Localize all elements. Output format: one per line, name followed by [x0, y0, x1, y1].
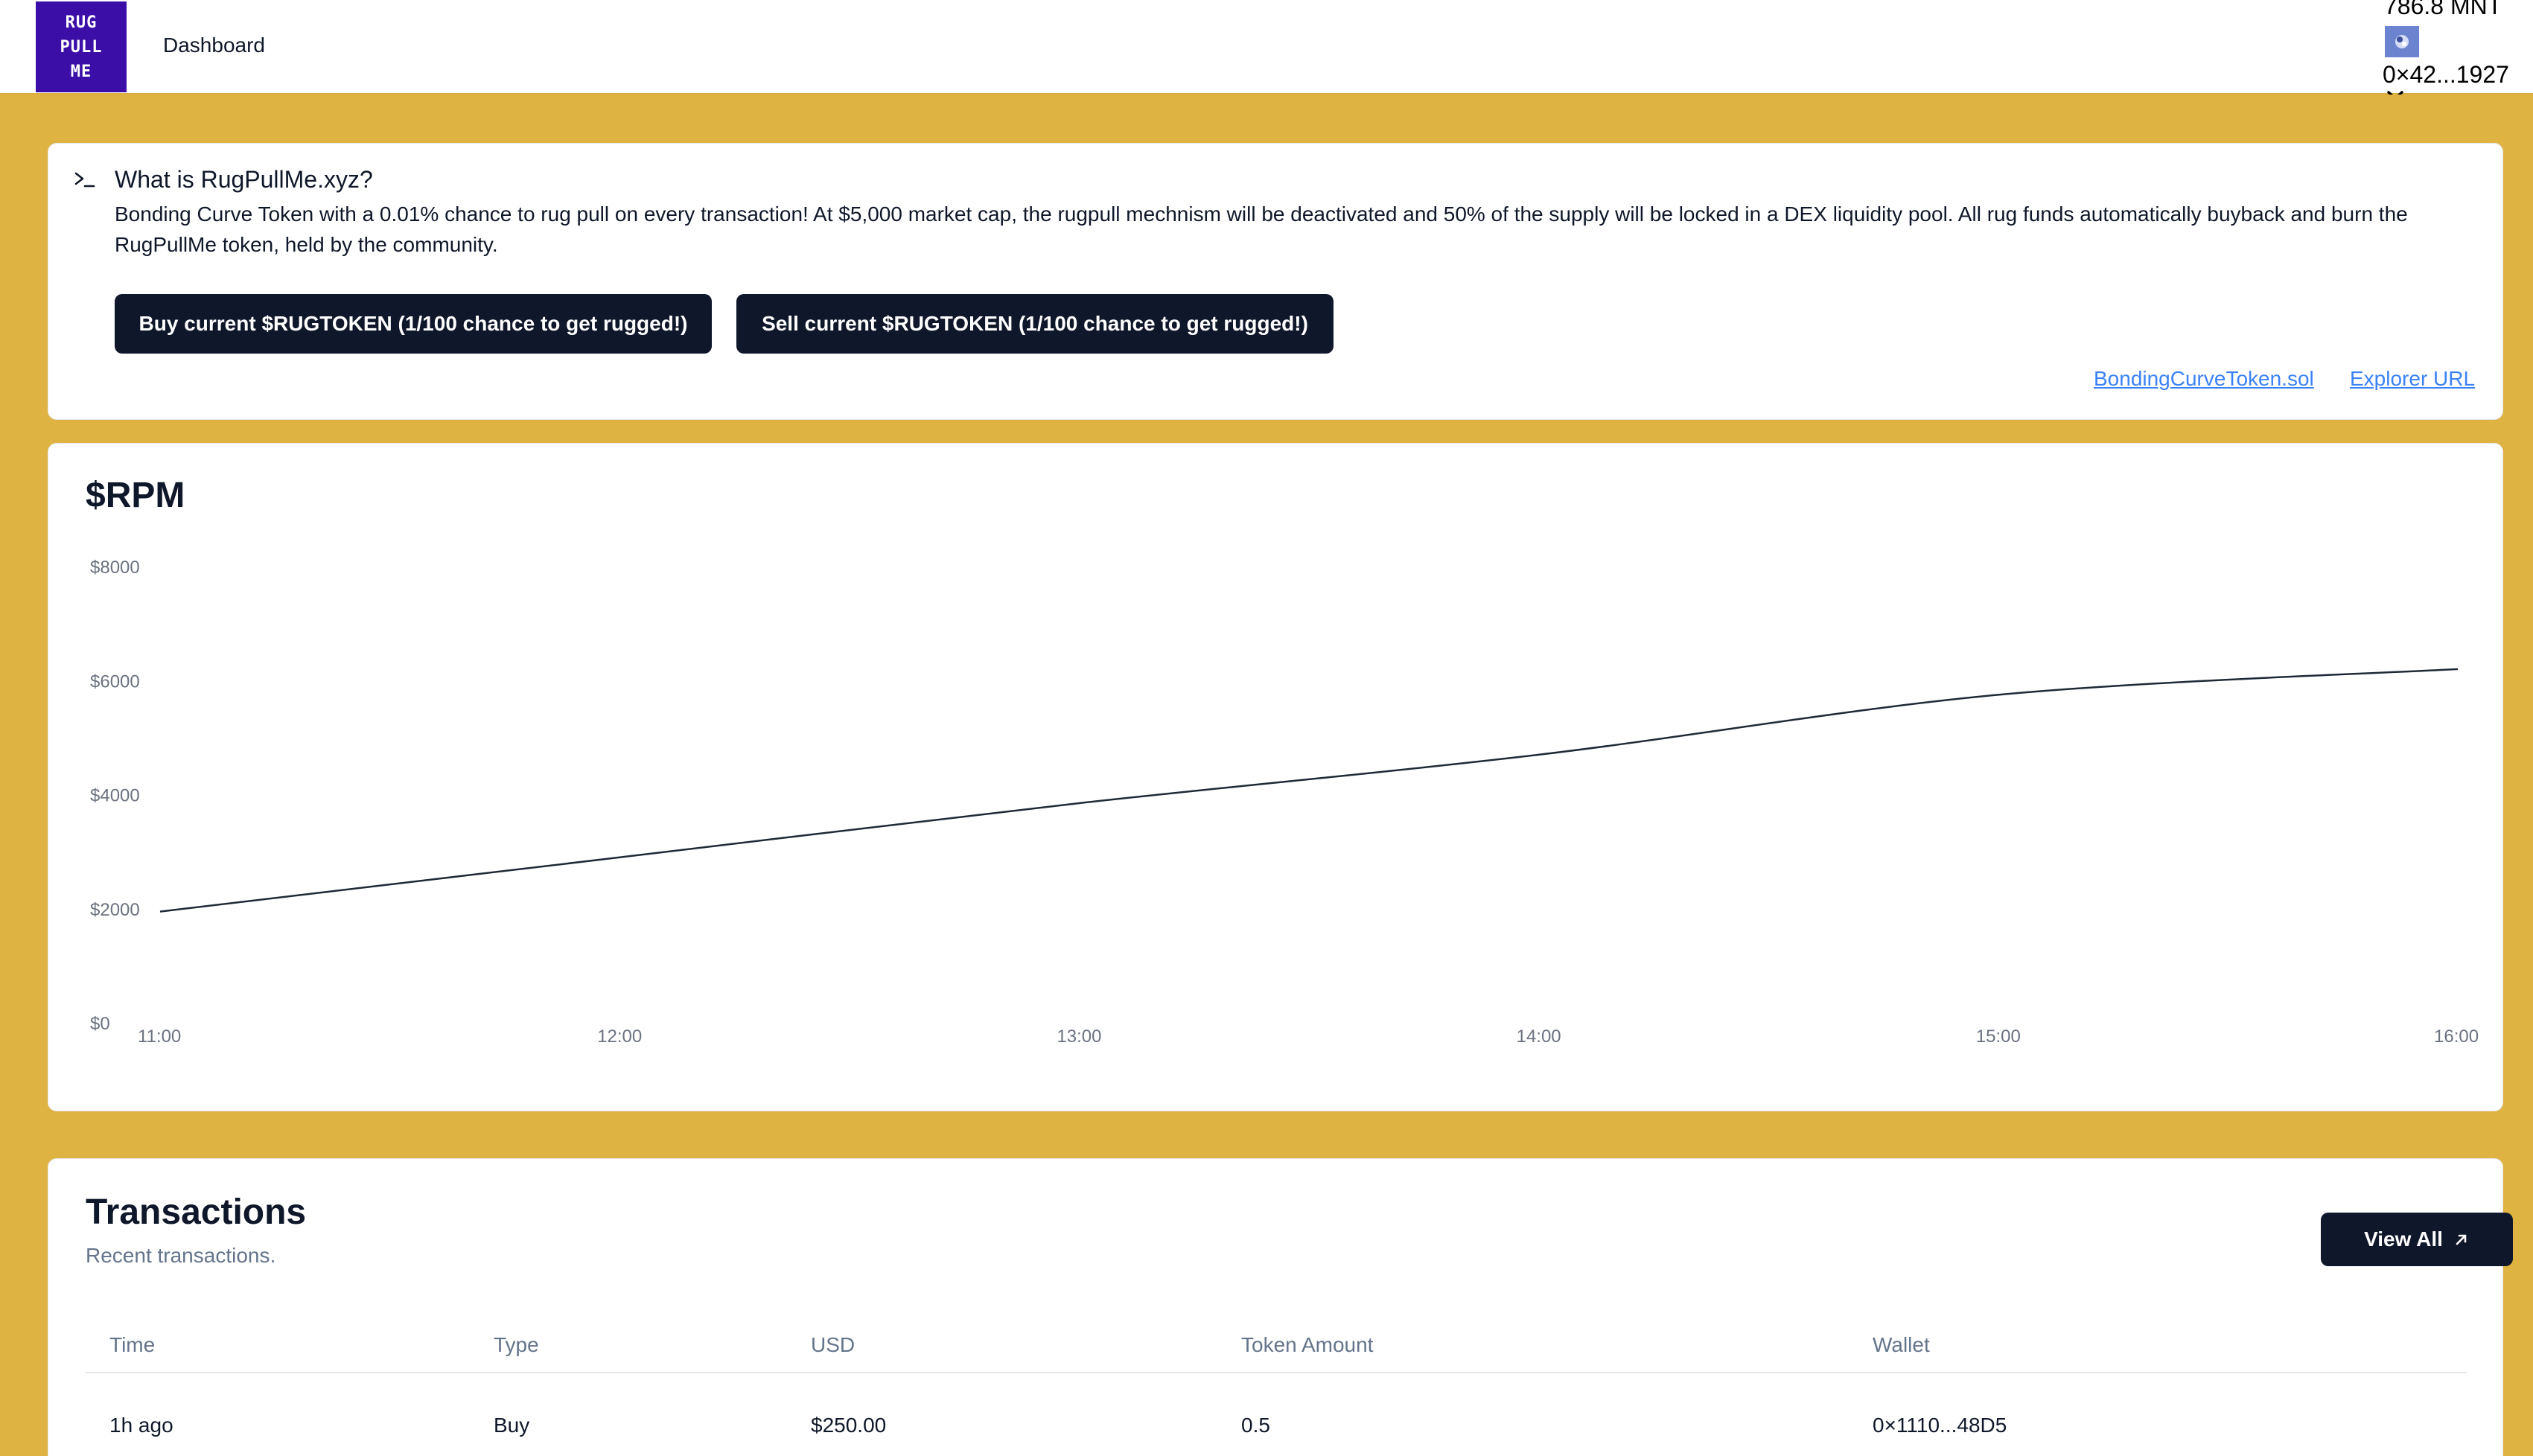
info-title: What is RugPullMe.xyz?	[115, 166, 373, 193]
x-tick-label: 12:00	[597, 1026, 642, 1047]
cell-usd: $250.00	[811, 1414, 887, 1437]
transactions-title: Transactions	[86, 1192, 307, 1232]
logo-line-1: RUG	[65, 13, 98, 32]
price-line-chart: $0 $2000 $4000 $6000 $8000 11:00 12:00 13:00 14:…	[90, 558, 2479, 1047]
table-row[interactable]: 1h ago Buy $250.00 0.5 0×1110...48D5	[86, 1373, 2467, 1437]
logo[interactable]: RUG PULL ME	[36, 1, 127, 92]
buy-token-button[interactable]: Buy current $RUGTOKEN (1/100 chance to g…	[115, 294, 712, 354]
cell-wallet: 0×1110...48D5	[1873, 1414, 2007, 1437]
info-description: Bonding Curve Token with a 0.01% chance …	[115, 202, 2408, 256]
app-root: RUG PULL ME Dashboard 786.8 MNT 0×42...1…	[0, 0, 2533, 1456]
cell-time: 1h ago	[109, 1414, 173, 1437]
wallet-avatar-icon[interactable]	[2385, 26, 2419, 57]
table-header-row: Time Type USD Token Amount Wallet	[86, 1315, 2467, 1373]
column-header-wallet[interactable]: Wallet	[1873, 1333, 1930, 1357]
transactions-subtitle: Recent transactions.	[86, 1244, 276, 1267]
price-chart-card: $RPM $0 $2000 $4000 $6000 $8000 11:00 12:00 13:…	[48, 443, 2503, 1111]
y-tick-label: $0	[90, 1014, 110, 1034]
nav-dashboard-link[interactable]: Dashboard	[163, 33, 265, 57]
wallet-balance: 786.8 MNT	[2384, 0, 2502, 19]
logo-line-2: PULL	[60, 37, 103, 57]
cell-type: Buy	[494, 1414, 530, 1437]
wallet-address[interactable]: 0×42...1927	[2383, 61, 2509, 89]
view-all-button[interactable]: View All	[2321, 1213, 2513, 1266]
column-header-type[interactable]: Type	[494, 1333, 539, 1357]
transactions-card: Transactions Recent transactions. View A…	[48, 1158, 2513, 1456]
info-card: What is RugPullMe.xyz? Bonding Curve Tok…	[48, 143, 2503, 420]
x-tick-label: 11:00	[138, 1026, 181, 1047]
column-header-token-amount[interactable]: Token Amount	[1241, 1333, 1373, 1357]
y-tick-label: $4000	[90, 786, 140, 806]
transactions-table: Time Type USD Token Amount Wallet 1h ago…	[86, 1315, 2467, 1437]
top-header: RUG PULL ME Dashboard 786.8 MNT 0×42...1…	[0, 0, 2533, 100]
view-all-label: View All	[2364, 1227, 2443, 1251]
cell-token-amount: 0.5	[1241, 1414, 1270, 1437]
contract-source-link[interactable]: BondingCurveToken.sol	[2094, 367, 2314, 391]
x-tick-label: 13:00	[1057, 1026, 1101, 1047]
column-header-usd[interactable]: USD	[811, 1333, 855, 1357]
sell-token-button[interactable]: Sell current $RUGTOKEN (1/100 chance to …	[736, 294, 1334, 354]
y-tick-label: $6000	[90, 671, 140, 692]
logo-line-3: ME	[70, 62, 92, 81]
x-tick-label: 15:00	[1976, 1026, 2021, 1047]
arrow-up-right-icon	[2456, 1234, 2467, 1245]
y-tick-label: $2000	[90, 900, 140, 920]
y-tick-label: $8000	[90, 558, 140, 578]
x-tick-label: 16:00	[2434, 1026, 2479, 1047]
price-series-line	[159, 668, 2459, 913]
column-header-time[interactable]: Time	[109, 1333, 155, 1357]
explorer-url-link[interactable]: Explorer URL	[2350, 367, 2475, 391]
x-tick-label: 14:00	[1517, 1026, 1561, 1047]
terminal-icon	[74, 172, 95, 188]
